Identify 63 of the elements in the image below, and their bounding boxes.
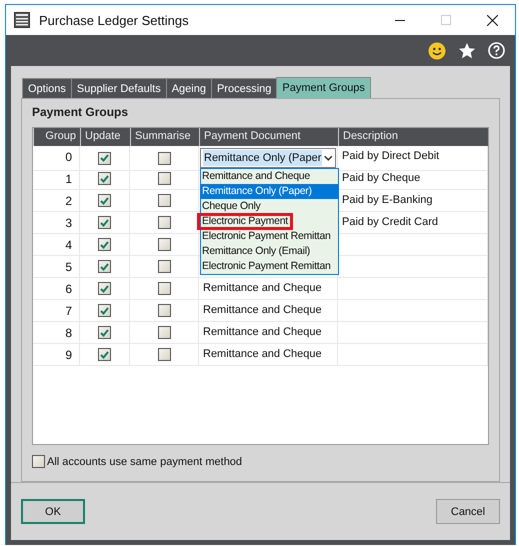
checkbox[interactable] — [98, 348, 111, 361]
ledger-icon — [14, 12, 30, 28]
checkbox[interactable] — [158, 194, 170, 207]
table-cell: 4 — [33, 234, 80, 256]
table-cell: 3 — [33, 212, 80, 234]
tab[interactable]: Processing — [210, 78, 278, 98]
checkbox[interactable] — [158, 304, 170, 317]
checkbox[interactable] — [98, 304, 111, 317]
group-title: Payment Groups — [32, 105, 130, 119]
checkbox-label: All accounts use same payment method — [47, 456, 242, 468]
help-icon[interactable] — [488, 42, 505, 59]
table-cell: 0 — [33, 146, 80, 171]
ok-button[interactable]: OK — [21, 499, 85, 524]
checkbox[interactable] — [98, 326, 111, 339]
dropdown-option[interactable]: Remittance Only (Email) — [201, 244, 338, 259]
close-icon[interactable] — [486, 14, 498, 26]
dropdown-option[interactable]: Electronic Payment Remittan — [201, 229, 338, 244]
dropdown-option[interactable]: Cheque Only — [201, 199, 338, 214]
checkbox[interactable] — [98, 172, 111, 185]
tab[interactable]: Ageing — [166, 78, 212, 98]
table-cell: Remittance and Cheque — [199, 300, 338, 322]
checkbox[interactable] — [158, 348, 170, 361]
table-cell: 2 — [33, 190, 80, 212]
column-header[interactable]: Payment Document — [199, 128, 338, 146]
table-cell: 6 — [33, 278, 80, 300]
table-cell: Remittance and Cheque — [199, 278, 338, 300]
column-header[interactable]: Summarise — [130, 128, 199, 146]
checkbox[interactable] — [158, 172, 170, 185]
checkbox[interactable] — [158, 238, 170, 251]
checkbox[interactable] — [98, 152, 111, 164]
checkbox[interactable] — [32, 455, 45, 468]
payment-document-combo[interactable]: Remittance Only (Paper — [200, 148, 336, 168]
tab[interactable]: Payment Groups — [276, 77, 371, 98]
checkbox[interactable] — [158, 260, 170, 273]
checkbox[interactable] — [158, 152, 170, 164]
table-cell: Remittance and Cheque — [199, 344, 338, 366]
checkbox[interactable] — [98, 216, 111, 229]
tab[interactable]: Options — [22, 78, 72, 98]
column-header[interactable]: Group — [33, 128, 80, 146]
checkbox[interactable] — [98, 260, 111, 273]
checkbox[interactable] — [98, 194, 111, 207]
tab[interactable]: Supplier Defaults — [70, 78, 167, 98]
checkbox[interactable] — [98, 238, 111, 251]
checkbox[interactable] — [158, 326, 170, 339]
column-header[interactable]: Update — [80, 128, 130, 146]
table-cell: Paid by Direct Debit — [338, 146, 488, 171]
checkbox[interactable] — [98, 282, 111, 295]
dropdown-option[interactable]: Remittance and Cheque — [201, 169, 338, 184]
checkbox[interactable] — [158, 216, 170, 229]
checkbox[interactable] — [158, 282, 170, 295]
dropdown-option[interactable]: Remittance Only (Paper) — [201, 184, 338, 199]
table-cell: 8 — [33, 322, 80, 344]
table-cell: 7 — [33, 300, 80, 322]
star-icon[interactable] — [458, 42, 476, 60]
smiley-icon[interactable] — [428, 42, 446, 60]
table-cell: 1 — [33, 168, 80, 190]
table-cell: Remittance and Cheque — [199, 322, 338, 344]
table-cell: 9 — [33, 344, 80, 366]
cancel-button[interactable]: Cancel — [436, 499, 500, 524]
window-title: Purchase Ledger Settings — [39, 12, 190, 28]
column-header[interactable]: Description — [338, 128, 488, 146]
dropdown-option[interactable]: Electronic Payment Remittan — [201, 259, 338, 274]
table-cell: 5 — [33, 256, 80, 278]
